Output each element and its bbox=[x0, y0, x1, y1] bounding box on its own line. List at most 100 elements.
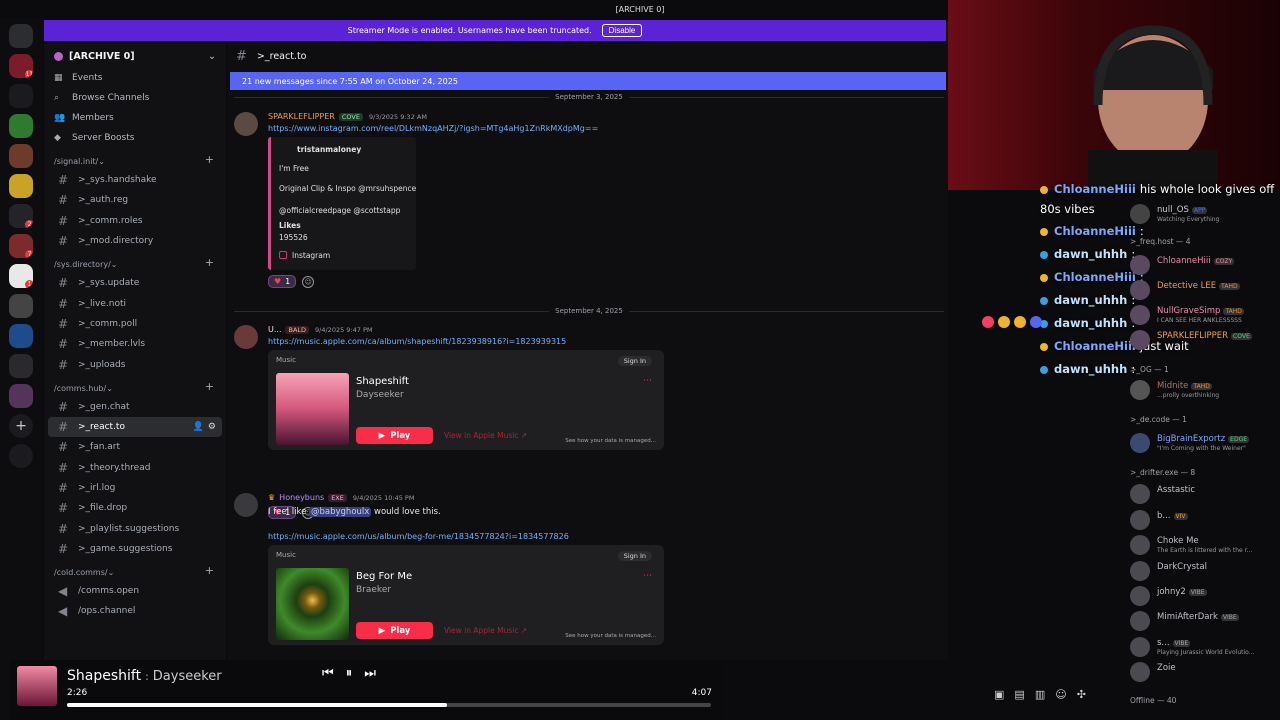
member-item[interactable]: NullGraveSimp TAHD I CAN SEE HER ANKLESSSS… bbox=[1130, 303, 1280, 325]
play-button[interactable]: ▶ Play bbox=[356, 622, 433, 639]
message-link[interactable]: https://www.instagram.com/reel/DLkmNzqAH… bbox=[268, 124, 598, 133]
message-link[interactable]: https://music.apple.com/ca/album/shapesh… bbox=[268, 337, 566, 346]
album-art[interactable] bbox=[276, 373, 349, 445]
channel-item[interactable]: # >_mod.directory bbox=[48, 231, 222, 251]
server-icon[interactable]: 1 bbox=[9, 264, 33, 288]
server-icon[interactable]: 11 bbox=[9, 54, 33, 78]
category-header[interactable]: /signal.init/ ⌄ + bbox=[44, 148, 226, 170]
data-note[interactable]: See how your data is managed... bbox=[565, 438, 656, 444]
channel-item[interactable]: # >_comm.poll bbox=[48, 314, 222, 334]
nav-item[interactable]: ◆ Server Boosts bbox=[44, 128, 226, 148]
category-header[interactable]: /sys.directory/ ⌄ + bbox=[44, 251, 226, 273]
add-server-icon[interactable]: + bbox=[9, 414, 33, 438]
avatar[interactable] bbox=[234, 112, 258, 136]
member-item[interactable]: Asstastic bbox=[1130, 482, 1280, 504]
avatar[interactable] bbox=[234, 493, 258, 517]
member-item[interactable]: SPARKLEFLIPPER COVE bbox=[1130, 328, 1280, 350]
member-item[interactable]: johny2 VIBE bbox=[1130, 584, 1280, 606]
channel-item[interactable]: # >_game.suggestions bbox=[48, 539, 222, 559]
server-header[interactable]: [ARCHIVE 0] ⌄ bbox=[44, 44, 226, 68]
server-icon[interactable] bbox=[9, 174, 33, 198]
server-icon[interactable] bbox=[9, 84, 33, 108]
server-icon[interactable] bbox=[9, 294, 33, 318]
heart-icon[interactable] bbox=[982, 316, 994, 328]
home-button[interactable] bbox=[9, 24, 33, 48]
progress-bar[interactable] bbox=[67, 703, 711, 707]
sign-in-button[interactable]: Sign In bbox=[617, 551, 652, 561]
member-item[interactable]: DarkCrystal bbox=[1130, 559, 1280, 581]
member-item[interactable]: ChloanneHiii COZY bbox=[1130, 253, 1280, 275]
channel-item[interactable]: # >_sys.update bbox=[48, 273, 222, 293]
user-mention[interactable]: @babyghoulx bbox=[309, 507, 372, 517]
emoji-icon[interactable]: ☺ bbox=[1055, 688, 1066, 701]
laugh-emoji-icon[interactable] bbox=[998, 316, 1010, 328]
server-icon[interactable]: 2 bbox=[9, 204, 33, 228]
invite-icon[interactable]: 👤 bbox=[193, 422, 204, 432]
add-reaction-icon[interactable] bbox=[1030, 316, 1042, 328]
channel-item[interactable]: # >_auth.reg bbox=[48, 190, 222, 210]
apps-icon[interactable]: ✣ bbox=[1077, 688, 1086, 701]
add-channel-icon[interactable]: + bbox=[205, 380, 214, 393]
pause-icon[interactable]: ⏸ bbox=[346, 666, 353, 681]
add-channel-icon[interactable]: + bbox=[205, 564, 214, 577]
member-item[interactable]: BigBrainExportz EDGE "I'm Coming with the … bbox=[1130, 431, 1280, 453]
next-icon[interactable]: ⏭ bbox=[364, 666, 376, 681]
channel-item[interactable]: ◀ /ops.channel bbox=[48, 601, 222, 621]
server-icon[interactable]: 7 bbox=[9, 234, 33, 258]
server-icon[interactable] bbox=[9, 114, 33, 138]
channel-item[interactable]: # >_live.noti bbox=[48, 293, 222, 313]
add-channel-icon[interactable]: + bbox=[205, 256, 214, 269]
nav-item[interactable]: ▦ Events bbox=[44, 68, 226, 88]
channel-item[interactable]: # >_member.lvls bbox=[48, 334, 222, 354]
author-name[interactable]: Honeybuns bbox=[279, 493, 324, 502]
sign-in-button[interactable]: Sign In bbox=[617, 356, 652, 366]
member-item[interactable]: Midnite TAHD ...prolly overthinking bbox=[1130, 378, 1280, 400]
gif-icon[interactable]: ▤ bbox=[1014, 688, 1024, 701]
channel-item[interactable]: # >_irl.log bbox=[48, 478, 222, 498]
channel-item[interactable]: # >_comm.roles bbox=[48, 211, 222, 231]
member-item[interactable]: b... VIV bbox=[1130, 508, 1280, 530]
more-options-icon[interactable]: ⋯ bbox=[643, 571, 652, 581]
discover-icon[interactable] bbox=[9, 444, 33, 468]
heart-reaction[interactable]: ♥ 1 bbox=[268, 275, 297, 288]
member-item[interactable]: Detective LEE TAHD bbox=[1130, 278, 1280, 300]
member-item[interactable]: MimiAfterDark VIBE bbox=[1130, 609, 1280, 631]
channel-item[interactable]: # >_react.to 👤 ⚙ bbox=[48, 416, 222, 438]
channel-item[interactable]: # >_uploads bbox=[48, 354, 222, 374]
member-item[interactable]: s... VIBE Playing Jurassic World Evolutio.… bbox=[1130, 635, 1280, 657]
category-header[interactable]: /comms.hub/ ⌄ + bbox=[44, 375, 226, 397]
sticker-icon[interactable]: ▥ bbox=[1035, 688, 1045, 701]
member-item[interactable]: Choke Me The Earth is littered with the r… bbox=[1130, 533, 1280, 555]
add-channel-icon[interactable]: + bbox=[205, 153, 214, 166]
more-options-icon[interactable]: ⋯ bbox=[643, 376, 652, 386]
smile-emoji-icon[interactable] bbox=[1014, 316, 1026, 328]
avatar[interactable] bbox=[234, 325, 258, 349]
author-name[interactable]: SPARKLEFLIPPER bbox=[268, 112, 335, 121]
view-in-apple-music-link[interactable]: View in Apple Music ↗ bbox=[444, 431, 527, 440]
gift-icon[interactable]: ▣ bbox=[994, 688, 1004, 701]
channel-item[interactable]: # >_gen.chat bbox=[48, 397, 222, 417]
server-icon[interactable] bbox=[9, 144, 33, 168]
message-link[interactable]: https://music.apple.com/us/album/beg-for… bbox=[268, 532, 569, 541]
view-in-apple-music-link[interactable]: View in Apple Music ↗ bbox=[444, 626, 527, 635]
add-reaction-icon[interactable]: ☺ bbox=[302, 275, 315, 288]
play-button[interactable]: ▶ Play bbox=[356, 427, 433, 444]
embed-author[interactable]: tristanmaloney bbox=[297, 145, 361, 154]
album-art[interactable] bbox=[276, 568, 349, 640]
author-name[interactable]: U... bbox=[268, 325, 281, 334]
gear-icon[interactable]: ⚙ bbox=[208, 422, 216, 432]
server-icon[interactable] bbox=[9, 354, 33, 378]
player-cover-art[interactable] bbox=[17, 666, 57, 706]
member-item[interactable]: Zoie bbox=[1130, 660, 1280, 682]
channel-item[interactable]: # >_file.drop bbox=[48, 498, 222, 518]
channel-item[interactable]: # >_playlist.suggestions bbox=[48, 518, 222, 538]
nav-item[interactable]: 👥 Members bbox=[44, 108, 226, 128]
channel-item[interactable]: # >_theory.thread bbox=[48, 458, 222, 478]
data-note[interactable]: See how your data is managed... bbox=[565, 633, 656, 639]
new-messages-bar[interactable]: 21 new messages since 7:55 AM on October… bbox=[230, 72, 946, 90]
channel-item[interactable]: # >_sys.handshake bbox=[48, 170, 222, 190]
member-item[interactable]: null_OS APP Watching Everything bbox=[1130, 202, 1280, 224]
nav-item[interactable]: ⌕ Browse Channels bbox=[44, 88, 226, 108]
server-icon[interactable] bbox=[9, 384, 33, 408]
channel-item[interactable]: ◀ /comms.open bbox=[48, 581, 222, 601]
